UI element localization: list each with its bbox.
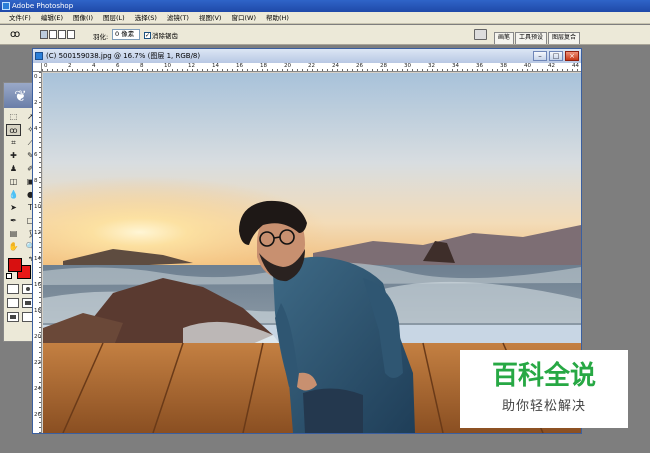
ruler-tick-label: 42 [548, 63, 555, 69]
document-titlebar[interactable]: (C) 500159038.jpg @ 16.7% (图层 1, RGB/8) … [33, 49, 581, 63]
ruler-tick-label: 12 [188, 63, 195, 69]
ruler-tick-label: 38 [500, 63, 507, 69]
ruler-tick-label: 32 [428, 63, 435, 69]
menu-select[interactable]: 选择(S) [130, 12, 162, 24]
lasso-icon[interactable]: ꝏ [10, 29, 26, 41]
ruler-tick-label: 34 [452, 63, 459, 69]
crop-tool-icon[interactable]: ⌗ [6, 137, 21, 149]
ruler-tick-label: 2 [34, 100, 38, 106]
ruler-tick-label: 6 [34, 152, 38, 158]
tab-layer-comps[interactable]: 图层复合 [548, 32, 581, 44]
photoshop-icon [2, 2, 10, 10]
ruler-tick-label: 36 [476, 63, 483, 69]
ruler-tick-label: 12 [34, 230, 41, 236]
selection-mode-group [40, 30, 75, 39]
menu-help[interactable]: 帮助(H) [261, 12, 294, 24]
ruler-tick-label: 18 [34, 308, 41, 314]
palette-well: 画笔 工具预设 图层复合 [494, 32, 581, 44]
antialias-label: 消除锯齿 [152, 32, 178, 40]
ruler-tick-label: 4 [34, 126, 38, 132]
ruler-tick-label: 40 [524, 63, 531, 69]
ruler-tick-label: 26 [356, 63, 363, 69]
close-button[interactable]: × [565, 51, 579, 61]
pen-tool-icon[interactable]: ✒ [6, 215, 21, 227]
screen-mode-full-button[interactable] [7, 312, 19, 322]
watermark-subtitle: 助你轻松解决 [501, 399, 586, 414]
document-icon [35, 52, 43, 60]
ruler-origin[interactable] [33, 63, 42, 72]
menu-image[interactable]: 图像(I) [68, 12, 98, 24]
ruler-tick-label: 16 [236, 63, 243, 69]
menu-window[interactable]: 窗口(W) [226, 12, 261, 24]
menu-filter[interactable]: 滤镜(T) [162, 12, 194, 24]
standard-mode-button[interactable] [7, 284, 19, 294]
intersect-selection-button[interactable] [67, 30, 75, 39]
notes-tool-icon[interactable]: ▤ [6, 228, 21, 240]
ruler-tick-label: 22 [308, 63, 315, 69]
ruler-tick-label: 28 [380, 63, 387, 69]
menu-layer[interactable]: 图层(L) [98, 12, 130, 24]
ruler-tick-label: 16 [34, 282, 41, 288]
new-selection-button[interactable] [40, 30, 48, 39]
menu-view[interactable]: 视图(V) [194, 12, 227, 24]
ruler-tick-label: 8 [140, 63, 144, 69]
file-browser-icon[interactable] [474, 29, 487, 40]
path-select-icon[interactable]: ➤ [6, 202, 21, 214]
ruler-tick-label: 24 [34, 386, 41, 392]
default-colors-icon[interactable] [6, 273, 12, 279]
foreground-color-swatch[interactable] [8, 258, 22, 272]
hand-tool-icon[interactable]: ✋ [6, 241, 21, 253]
blur-tool-icon[interactable]: 💧 [6, 189, 21, 201]
clone-stamp-icon[interactable]: ♟ [6, 163, 21, 175]
photoshop-feather-icon: ❦ [14, 86, 27, 105]
ruler-tick-label: 0 [34, 74, 38, 80]
document-title: (C) 500159038.jpg @ 16.7% (图层 1, RGB/8) [46, 52, 201, 60]
add-selection-button[interactable] [49, 30, 57, 39]
ruler-tick-label: 30 [404, 63, 411, 69]
ruler-tick-label: 44 [572, 63, 579, 69]
antialias-checkbox[interactable]: ✓ 消除锯齿 [144, 30, 178, 40]
checkbox-checked-icon: ✓ [144, 31, 151, 39]
screen-mode-standard-button[interactable] [7, 298, 19, 308]
lasso-tool-icon[interactable]: ꝏ [6, 124, 21, 136]
eraser-tool-icon[interactable]: ◫ [6, 176, 21, 188]
ruler-tick-label: 26 [34, 412, 41, 418]
watermark-title: 百科全说 [491, 361, 596, 391]
subtract-selection-button[interactable] [58, 30, 66, 39]
ruler-tick-label: 20 [284, 63, 291, 69]
horizontal-ruler[interactable]: 0 2 4 6 8 10 12 14 16 18 20 22 24 26 28 30 32 34 36 38 40 42 4… [42, 63, 581, 72]
menu-edit[interactable]: 编辑(E) [36, 12, 68, 24]
watermark-badge: 百科全说 助你轻松解决 [460, 350, 628, 428]
ruler-tick-label: 18 [260, 63, 267, 69]
ruler-tick-label: 10 [164, 63, 171, 69]
ruler-tick-label: 14 [212, 63, 219, 69]
feather-label: 羽化: [93, 33, 109, 41]
healing-brush-icon[interactable]: ✚ [6, 150, 21, 162]
ruler-tick-label: 22 [34, 360, 41, 366]
app-titlebar: Adobe Photoshop [0, 0, 650, 12]
ruler-tick-label: 10 [34, 204, 41, 210]
ruler-tick-label: 0 [44, 63, 48, 69]
vertical-ruler[interactable]: 0 2 4 6 8 10 12 14 16 18 20 22 24 26 [33, 72, 42, 433]
tab-tool-presets[interactable]: 工具预设 [515, 32, 548, 44]
ruler-tick-label: 14 [34, 256, 41, 262]
ruler-tick-label: 4 [92, 63, 96, 69]
minimize-button[interactable]: – [533, 51, 547, 61]
options-bar: ꝏ 羽化: 0 像素 ✓ 消除锯齿 画笔 工具预设 图层复合 [0, 25, 650, 45]
ruler-tick-label: 24 [332, 63, 339, 69]
app-title: Adobe Photoshop [12, 2, 74, 10]
ruler-tick-label: 8 [34, 178, 38, 184]
feather-input[interactable]: 0 像素 [112, 29, 140, 40]
tab-brushes[interactable]: 画笔 [494, 32, 515, 44]
menu-bar: 文件(F) 编辑(E) 图像(I) 图层(L) 选择(S) 滤镜(T) 视图(V… [0, 12, 650, 24]
marquee-tool-icon[interactable]: ⬚ [6, 111, 21, 123]
ruler-tick-label: 2 [68, 63, 72, 69]
maximize-button[interactable]: □ [549, 51, 563, 61]
ruler-tick-label: 6 [116, 63, 120, 69]
menu-file[interactable]: 文件(F) [4, 12, 36, 24]
ruler-tick-label: 20 [34, 334, 41, 340]
